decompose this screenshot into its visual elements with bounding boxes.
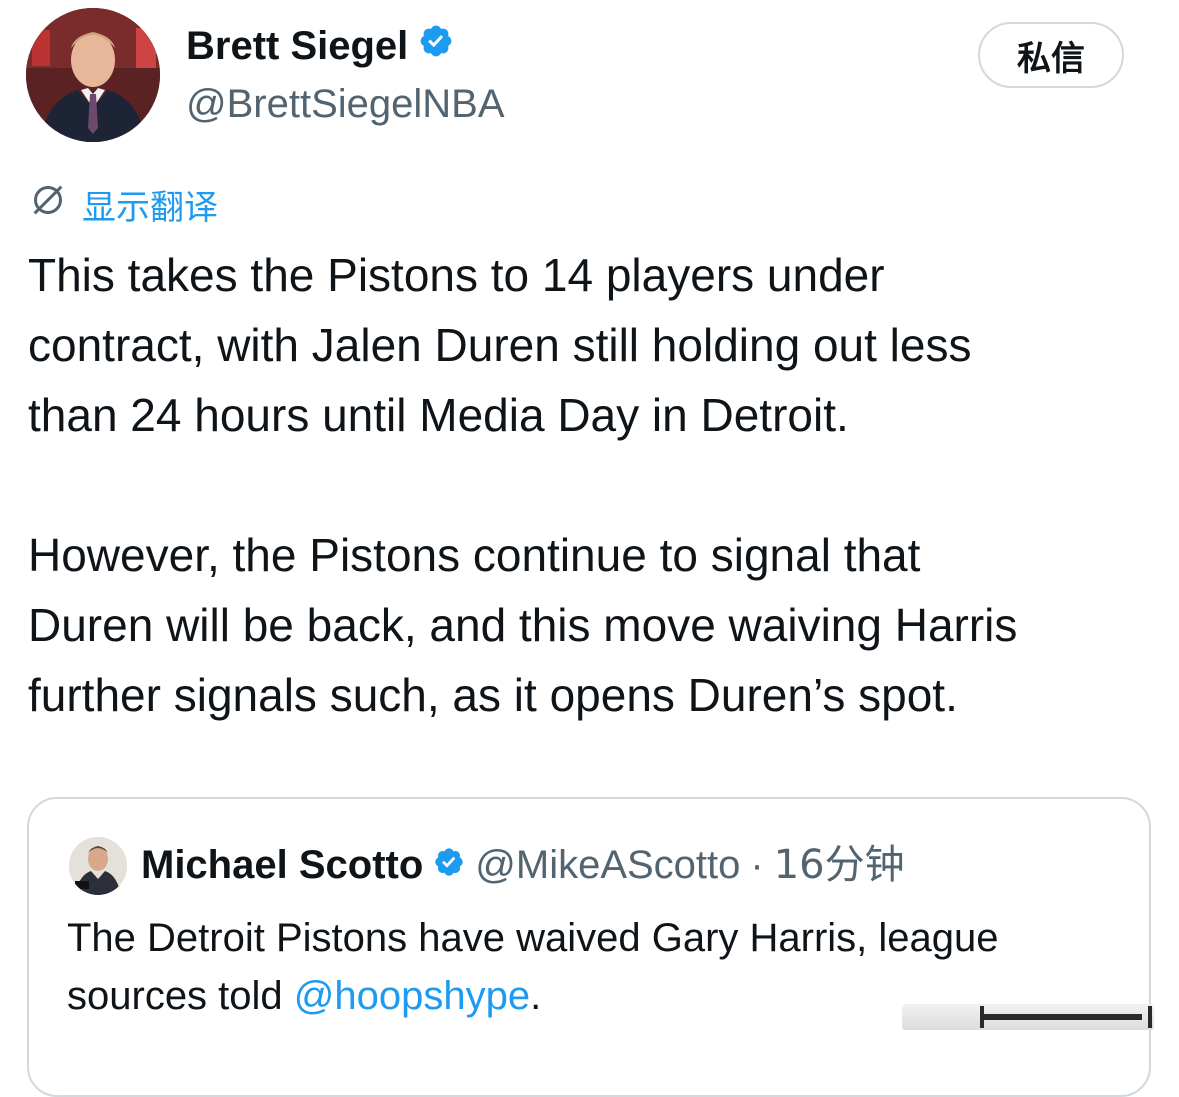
author-name-row[interactable]: Brett Siegel	[186, 22, 454, 70]
show-translation-label[interactable]: 显示翻译	[82, 180, 218, 229]
quoted-text-end: .	[530, 974, 542, 1018]
quoted-timestamp[interactable]: 16分钟	[774, 839, 905, 891]
globe-icon	[28, 180, 68, 229]
mention-link[interactable]: @hoopshype	[294, 974, 530, 1018]
show-translation-link[interactable]: 显示翻译	[28, 180, 218, 229]
meta-separator: ·	[750, 843, 764, 887]
quoted-author-photo	[69, 837, 127, 895]
author-photo	[26, 8, 160, 142]
author-name[interactable]: Brett Siegel	[186, 22, 408, 70]
scroll-indicator	[902, 1004, 1154, 1030]
verified-badge-icon	[418, 22, 454, 70]
author-avatar[interactable]	[26, 8, 160, 142]
verified-badge-icon	[433, 839, 465, 891]
quoted-tweet-header: Michael Scotto @MikeAScotto · 16分钟	[141, 839, 905, 891]
quoted-author-handle[interactable]: @MikeAScotto	[475, 839, 740, 891]
quoted-author-avatar[interactable]	[69, 837, 127, 895]
scroll-indicator-tick-right	[1148, 1006, 1152, 1028]
quoted-author-name[interactable]: Michael Scotto	[141, 839, 423, 891]
direct-message-button[interactable]: 私信	[978, 22, 1124, 88]
tweet-body: This takes the Pistons to 14 players und…	[28, 249, 1018, 721]
quoted-tweet-card[interactable]: Michael Scotto @MikeAScotto · 16分钟 The D…	[27, 797, 1151, 1097]
scroll-indicator-bar	[982, 1014, 1142, 1020]
author-handle[interactable]: @BrettSiegelNBA	[186, 80, 505, 128]
